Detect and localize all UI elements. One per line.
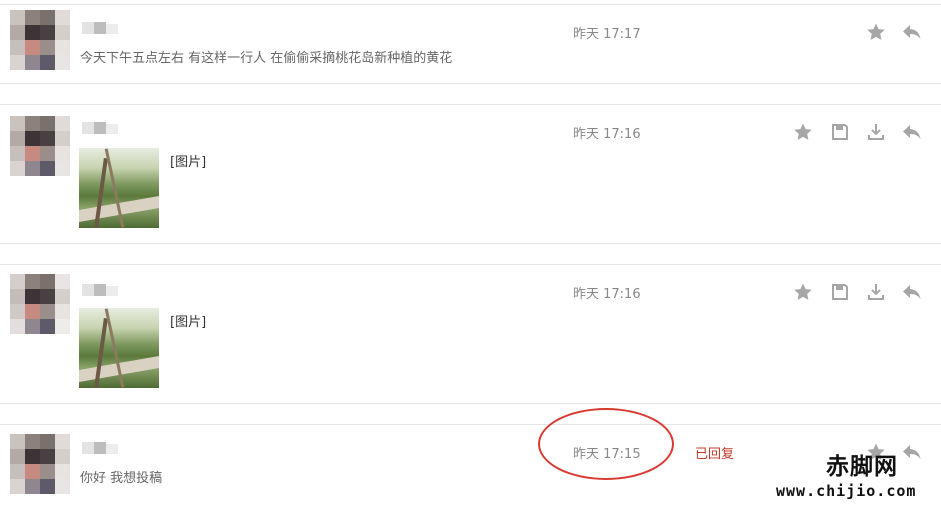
message-tag: [图片] [170,315,207,330]
divider [0,83,941,84]
star-icon[interactable] [866,22,886,42]
watermark-url: www.chijio.com [776,482,917,500]
avatar[interactable] [10,10,70,70]
message-tag: [图片] [170,155,207,170]
sender-name [82,442,118,454]
message-row[interactable]: [图片] 昨天 17:16 [0,264,941,404]
message-text: 你好 我想投稿 [80,471,163,486]
watermark-title: 赤脚网 [826,453,898,480]
message-time: 昨天 17:16 [573,127,641,142]
message-time: 昨天 17:16 [573,287,641,302]
reply-icon[interactable] [902,442,922,462]
save-icon[interactable] [830,122,850,142]
save-icon[interactable] [830,282,850,302]
avatar[interactable] [10,116,70,176]
reply-icon[interactable] [902,22,922,42]
download-icon[interactable] [866,282,886,302]
reply-icon[interactable] [902,122,922,142]
annotation-circle [538,408,674,480]
message-time: 昨天 17:17 [573,27,641,42]
reply-icon[interactable] [902,282,922,302]
download-icon[interactable] [866,122,886,142]
image-thumbnail[interactable] [79,308,159,388]
divider [0,243,941,244]
message-text: 今天下午五点左右 有这样一行人 在偷偷采摘桃花岛新种植的黄花 [80,51,453,66]
star-icon[interactable] [793,122,813,142]
image-thumbnail[interactable] [79,148,159,228]
avatar[interactable] [10,434,70,494]
message-row[interactable]: [图片] 昨天 17:16 [0,104,941,244]
replied-status: 已回复 [695,447,735,462]
message-row[interactable]: 今天下午五点左右 有这样一行人 在偷偷采摘桃花岛新种植的黄花 昨天 17:17 [0,0,941,84]
sender-name [82,122,118,134]
divider [0,403,941,404]
sender-name [82,284,118,296]
star-icon[interactable] [793,282,813,302]
avatar[interactable] [10,274,70,334]
sender-name [82,22,118,34]
